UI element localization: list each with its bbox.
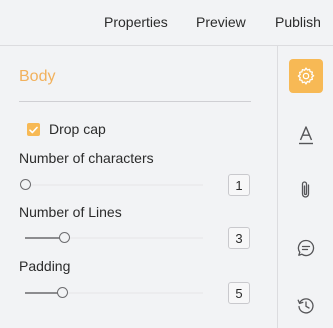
drop-cap-label: Drop cap	[49, 121, 106, 137]
slider-thumb[interactable]	[59, 232, 70, 243]
properties-panel: Body Drop cap Number of characters 1 Num…	[0, 46, 277, 328]
number-of-characters-input[interactable]: 1	[228, 174, 250, 196]
slider-thumb[interactable]	[20, 179, 31, 190]
slider-thumb[interactable]	[57, 287, 68, 298]
history-button[interactable]	[289, 289, 323, 323]
drop-cap-checkbox[interactable]	[27, 123, 40, 136]
padding-label: Padding	[19, 258, 71, 274]
number-of-lines-input[interactable]: 3	[228, 227, 250, 249]
comment-icon	[297, 239, 315, 257]
text-format-button[interactable]	[289, 118, 323, 152]
checkmark-icon	[29, 126, 38, 133]
comments-button[interactable]	[289, 231, 323, 265]
right-sidebar	[277, 46, 333, 328]
section-title: Body	[19, 68, 56, 85]
tab-properties[interactable]: Properties	[104, 14, 168, 30]
number-of-characters-label: Number of characters	[19, 150, 154, 166]
text-format-icon	[299, 126, 313, 145]
settings-button[interactable]	[289, 59, 323, 93]
padding-input[interactable]: 5	[228, 282, 250, 304]
slider-rail	[25, 184, 203, 186]
top-navigation: Properties Preview Publish	[0, 0, 333, 46]
section-divider	[19, 101, 251, 102]
number-of-characters-slider[interactable]	[20, 178, 203, 192]
attachment-button[interactable]	[289, 173, 323, 207]
tab-preview[interactable]: Preview	[196, 14, 246, 30]
number-of-lines-label: Number of Lines	[19, 204, 122, 220]
tab-publish[interactable]: Publish	[275, 14, 321, 30]
padding-slider[interactable]	[25, 286, 203, 300]
number-of-lines-slider[interactable]	[25, 231, 203, 245]
gear-icon	[297, 67, 315, 85]
history-icon	[297, 298, 314, 314]
paperclip-icon	[301, 181, 310, 198]
